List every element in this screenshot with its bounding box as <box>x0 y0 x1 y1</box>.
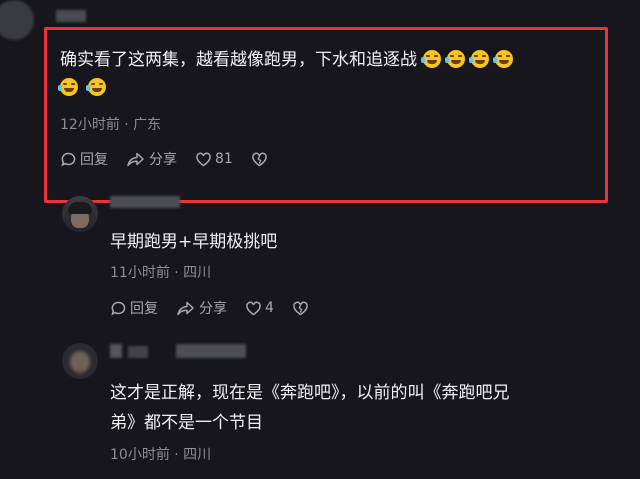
laughing-tears-emoji <box>58 78 78 96</box>
share-label: 分享 <box>149 152 177 168</box>
comment-actions: 回复 分享 4 <box>110 298 330 318</box>
like-count: 4 <box>265 300 274 316</box>
share-icon <box>127 152 144 166</box>
username[interactable] <box>128 346 148 358</box>
comment-text: 确实看了这两集，越看越像跑男，下水和追逐战 <box>58 46 600 102</box>
avatar[interactable] <box>0 0 34 40</box>
laughing-tears-emoji <box>86 78 106 96</box>
dislike-button[interactable] <box>292 300 312 317</box>
comment-meta: 11小时前 · 四川 <box>110 265 212 281</box>
reply-label: 回复 <box>130 301 158 317</box>
like-count: 81 <box>215 151 233 167</box>
laughing-tears-emoji <box>493 50 513 68</box>
laughing-tears-emoji <box>445 50 465 68</box>
comment-text-line: 这才是正解，现在是《奔跑吧》，以前的叫《奔跑吧兄 <box>110 383 510 403</box>
like-button[interactable]: 4 <box>245 300 274 317</box>
heart-icon <box>196 152 211 166</box>
share-button[interactable]: 分享 <box>176 298 227 318</box>
comment-meta: 10小时前 · 四川 <box>110 447 212 463</box>
broken-heart-icon <box>252 152 267 166</box>
username[interactable] <box>110 344 122 358</box>
reply-icon <box>111 301 126 316</box>
share-button[interactable]: 分享 <box>126 149 177 169</box>
comment-text-line: 确实看了这两集，越看越像跑男，下水和追逐战 <box>60 50 417 70</box>
avatar[interactable] <box>62 343 98 379</box>
username[interactable] <box>176 344 246 358</box>
comment-text: 这才是正解，现在是《奔跑吧》，以前的叫《奔跑吧兄 弟》都不是一个节目 <box>110 378 630 438</box>
reply-button[interactable]: 回复 <box>110 298 158 318</box>
comment-text: 早期跑男+早期极挑吧 <box>110 232 278 252</box>
dislike-button[interactable] <box>251 151 271 168</box>
broken-heart-icon <box>293 301 308 315</box>
comment-actions: 回复 分享 81 <box>60 149 289 169</box>
username[interactable] <box>110 196 180 208</box>
reply-icon <box>61 152 76 167</box>
laughing-tears-emoji <box>469 50 489 68</box>
laughing-tears-emoji <box>421 50 441 68</box>
comment-meta: 12小时前 · 广东 <box>60 117 162 133</box>
username[interactable] <box>56 10 86 22</box>
comment-text-line: 弟》都不是一个节目 <box>110 413 263 433</box>
share-label: 分享 <box>199 301 227 317</box>
heart-icon <box>246 301 261 315</box>
avatar[interactable] <box>62 196 98 232</box>
share-icon <box>177 301 194 315</box>
like-button[interactable]: 81 <box>195 151 233 168</box>
reply-button[interactable]: 回复 <box>60 149 108 169</box>
reply-label: 回复 <box>80 152 108 168</box>
